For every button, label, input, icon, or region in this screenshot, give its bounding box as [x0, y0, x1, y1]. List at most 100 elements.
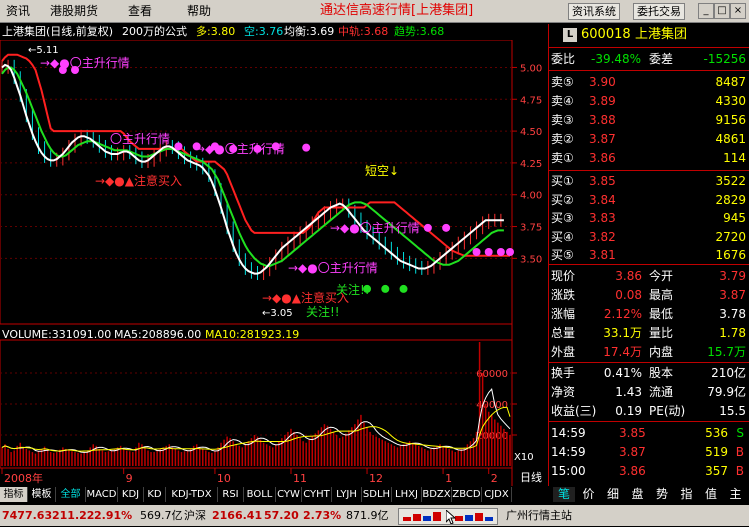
- info-system-button[interactable]: 资讯系统: [568, 3, 620, 20]
- bid-row[interactable]: 买⑤ 3.81 1676: [549, 246, 749, 264]
- high-price-label: ←5.11: [28, 45, 59, 56]
- maximize-icon[interactable]: □: [714, 3, 730, 19]
- signal-dot: [174, 142, 183, 151]
- trade-button[interactable]: 委托交易: [633, 3, 685, 20]
- indicator-tab[interactable]: RSI: [218, 487, 244, 502]
- ask-row[interactable]: 卖③ 3.88 9156: [549, 111, 749, 129]
- ask-row[interactable]: 卖① 3.86 114: [549, 149, 749, 167]
- kong-value: 空:3.76: [244, 25, 284, 38]
- indicator-tab[interactable]: MACD: [86, 487, 118, 502]
- price-tick-label: 4.00: [520, 191, 542, 202]
- fundamental-label: 净资: [551, 385, 576, 399]
- stat-row[interactable]: 现价 3.86 今开 3.79: [549, 267, 749, 285]
- tick-row[interactable]: 14:59 3.85 536 S: [549, 424, 749, 442]
- indicator-tab[interactable]: BOLL: [244, 487, 276, 502]
- period-label[interactable]: 日线: [520, 470, 542, 484]
- tick-row[interactable]: 14:59 3.87 519 B: [549, 443, 749, 461]
- minimize-icon[interactable]: _: [698, 3, 714, 19]
- fundamental-row[interactable]: 净资 1.43 流通 79.9亿: [549, 383, 749, 401]
- index2-name: 沪深: [184, 509, 206, 522]
- stat-row[interactable]: 总量 33.1万 量比 1.78: [549, 324, 749, 342]
- menu-item-hk-futures[interactable]: 港股期货: [50, 3, 98, 19]
- divider: [549, 70, 749, 71]
- stat-label: 最低: [649, 307, 674, 321]
- tick-side: B: [735, 464, 744, 478]
- stat-label: 量比: [649, 326, 674, 340]
- panel-tab[interactable]: 笔: [553, 487, 575, 502]
- panel-tab[interactable]: 盘: [627, 487, 649, 502]
- menu-item-view[interactable]: 查看: [128, 3, 152, 19]
- indicator-tab[interactable]: CJDX: [482, 487, 512, 502]
- fundamental-row[interactable]: 换手 0.41% 股本 210亿: [549, 364, 749, 382]
- tick-volume: 536: [705, 426, 728, 440]
- indicator-tab[interactable]: ZBCD: [452, 487, 482, 502]
- status-bar: 7477.63 211.22 2.91% 569.7亿 沪深 2166.41 5…: [0, 505, 749, 526]
- price-tick-label: 4.75: [520, 95, 542, 106]
- stat-label: 总量: [551, 326, 576, 340]
- indicator-tab[interactable]: KD: [144, 487, 166, 502]
- tick-row[interactable]: 15:00 3.86 357 B: [549, 462, 749, 480]
- station-name: 广州行情主站: [506, 509, 572, 522]
- fundamental-value: 210亿: [711, 366, 746, 380]
- stat-row[interactable]: 涨跌 0.08 最高 3.87: [549, 286, 749, 304]
- stat-value: 3.78: [719, 307, 746, 321]
- signal-dot: [381, 284, 390, 293]
- ask-volume: 4330: [715, 94, 746, 108]
- bid-price: 3.85: [589, 174, 616, 188]
- indicator-tab[interactable]: 模板: [28, 487, 56, 502]
- bid-row[interactable]: 买① 3.85 3522: [549, 172, 749, 190]
- ma5-legend: MA5:208896.00: [114, 328, 201, 341]
- indicator-tab[interactable]: CYHT: [302, 487, 332, 502]
- panel-tab[interactable]: 价: [578, 487, 600, 502]
- menu-item-info[interactable]: 资讯: [6, 3, 30, 19]
- indicator-tab[interactable]: LHXJ: [392, 487, 422, 502]
- stat-value: 33.1万: [603, 326, 642, 340]
- bid-label: 买⑤: [551, 248, 574, 262]
- indicator-tab[interactable]: SDLH: [362, 487, 392, 502]
- indicator-tab[interactable]: LYJH: [332, 487, 362, 502]
- stat-value: 1.78: [719, 326, 746, 340]
- ask-label: 卖②: [551, 132, 574, 146]
- indicator-tab[interactable]: 指标: [0, 487, 28, 502]
- stat-label: 内盘: [649, 345, 674, 359]
- indicator-info-line: 上港集团(日线,前复权) 200万的公式 多:3.80 空:3.76 均衡:3.…: [0, 24, 547, 40]
- bid-row[interactable]: 买③ 3.83 945: [549, 209, 749, 227]
- stat-row[interactable]: 涨幅 2.12% 最低 3.78: [549, 305, 749, 323]
- main-chart[interactable]: 5.00 4.75 4.50 4.25 4.00 3.75 3.50 ←5.11 →◆●〇主…: [0, 40, 548, 486]
- panel-tab[interactable]: 指: [676, 487, 698, 502]
- bid-volume: 1676: [715, 248, 746, 262]
- index1-value: 7477.63: [2, 509, 53, 522]
- ask-row[interactable]: 卖② 3.87 4861: [549, 130, 749, 148]
- indicator-tab[interactable]: 全部: [56, 487, 86, 502]
- menu-item-help[interactable]: 帮助: [187, 3, 211, 19]
- x-tick-label: 1: [445, 472, 452, 485]
- signal-dot: [442, 223, 451, 232]
- ask-row[interactable]: 卖⑤ 3.90 8487: [549, 73, 749, 91]
- panel-tab[interactable]: 主: [725, 487, 747, 502]
- volume-unit: X10: [514, 452, 534, 463]
- bid-price: 3.83: [589, 211, 616, 225]
- signal-dot: [423, 223, 432, 232]
- ask-row[interactable]: 卖④ 3.89 4330: [549, 92, 749, 110]
- bid-row[interactable]: 买④ 3.82 2720: [549, 228, 749, 246]
- indicator-tab[interactable]: KDJ-TDX: [166, 487, 218, 502]
- bid-row[interactable]: 买② 3.84 2829: [549, 191, 749, 209]
- panel-tab[interactable]: 势: [651, 487, 673, 502]
- indicator-tab[interactable]: KDJ: [118, 487, 144, 502]
- stat-row[interactable]: 外盘 17.4万 内盘 15.7万: [549, 343, 749, 361]
- panel-tab[interactable]: 细: [602, 487, 624, 502]
- bid-label: 买①: [551, 174, 574, 188]
- fundamental-row[interactable]: 收益(三) 0.19 PE(动) 15.5: [549, 402, 749, 420]
- close-icon[interactable]: ×: [730, 3, 746, 19]
- bid-price: 3.82: [589, 229, 616, 244]
- tick-price: 3.87: [619, 445, 646, 459]
- stat-value: 3.79: [719, 269, 746, 283]
- indicator-tab[interactable]: BDZX: [422, 487, 452, 502]
- indicator-tab[interactable]: CYW: [276, 487, 302, 502]
- volume-ma-line: [1, 388, 511, 453]
- signal-dot: [302, 143, 311, 152]
- weibi-value: -39.48%: [591, 52, 642, 66]
- panel-tab[interactable]: 值: [700, 487, 722, 502]
- stock-code: 600018: [581, 27, 631, 42]
- price-tick-label: 3.50: [520, 254, 542, 265]
